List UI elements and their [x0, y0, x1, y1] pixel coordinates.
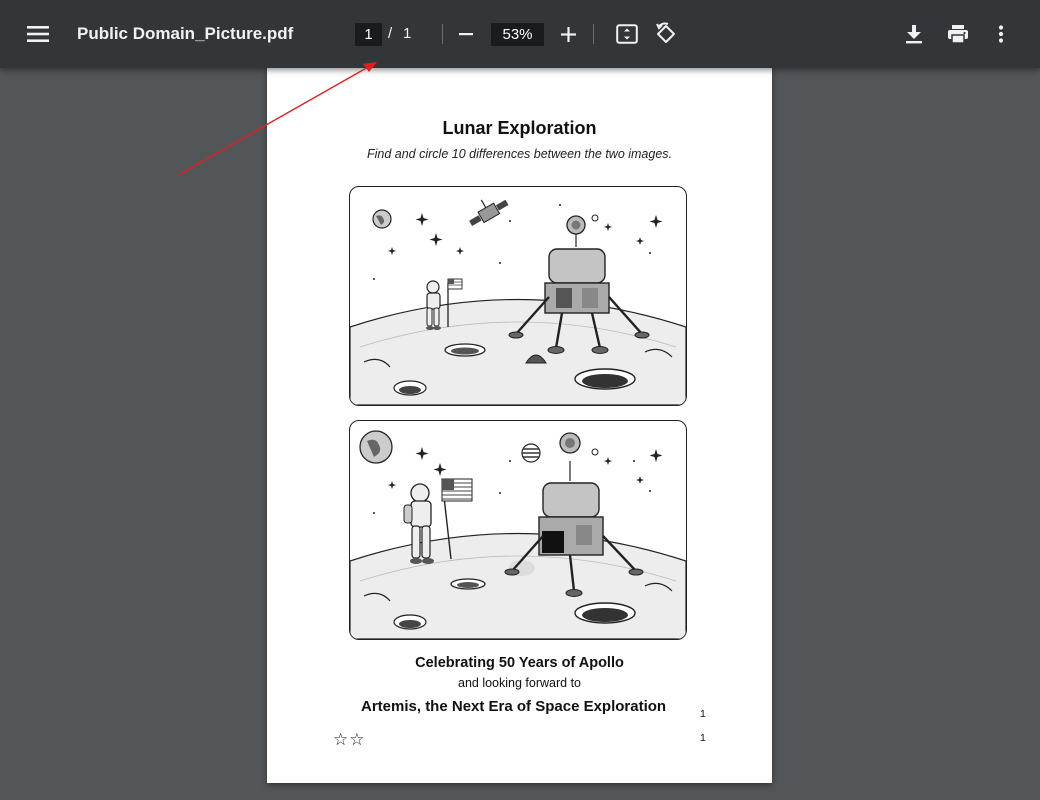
- page-number-input[interactable]: 1: [355, 23, 382, 46]
- pdf-page: Lunar Exploration Find and circle 10 dif…: [267, 68, 772, 783]
- rotate-button[interactable]: [653, 21, 679, 47]
- plus-icon: [560, 26, 576, 42]
- minus-icon: [459, 33, 473, 36]
- worksheet-instructions: Find and circle 10 differences between t…: [366, 147, 673, 161]
- illustration-panel-bottom: [349, 420, 687, 640]
- caption-artemis: Artemis, the Next Era of Space Explorati…: [361, 698, 667, 715]
- menu-icon[interactable]: [24, 22, 52, 46]
- fit-to-page-button[interactable]: [614, 22, 640, 46]
- fit-to-page-icon: [616, 24, 638, 44]
- more-options-button[interactable]: [991, 22, 1011, 46]
- download-icon: [906, 25, 922, 44]
- zoom-level-input[interactable]: 53%: [491, 23, 544, 46]
- zoom-in-button[interactable]: [557, 23, 579, 45]
- download-button[interactable]: [902, 22, 926, 46]
- rotate-icon: [656, 22, 675, 43]
- toolbar-divider: [442, 24, 443, 44]
- more-vertical-icon: [998, 25, 1004, 43]
- caption-heading: Celebrating 50 Years of Apollo: [415, 655, 624, 671]
- footnote-number: 1: [700, 708, 706, 720]
- footnote-number: 1: [700, 732, 706, 744]
- zoom-out-button[interactable]: [455, 24, 477, 44]
- print-icon: [948, 25, 968, 44]
- toolbar-divider: [593, 24, 594, 44]
- page-total: 1: [403, 25, 412, 42]
- caption-subtext: and looking forward to: [458, 676, 581, 690]
- worksheet-title: Lunar Exploration: [442, 118, 597, 138]
- file-title: Public Domain_Picture.pdf: [77, 24, 294, 43]
- star-rating: ☆☆: [333, 730, 366, 749]
- page-separator: /: [388, 25, 393, 42]
- illustration-panel-top: [349, 186, 687, 406]
- pdf-toolbar: Public Domain_Picture.pdf 1 / 1 53%: [0, 0, 1040, 68]
- print-button[interactable]: [945, 22, 971, 46]
